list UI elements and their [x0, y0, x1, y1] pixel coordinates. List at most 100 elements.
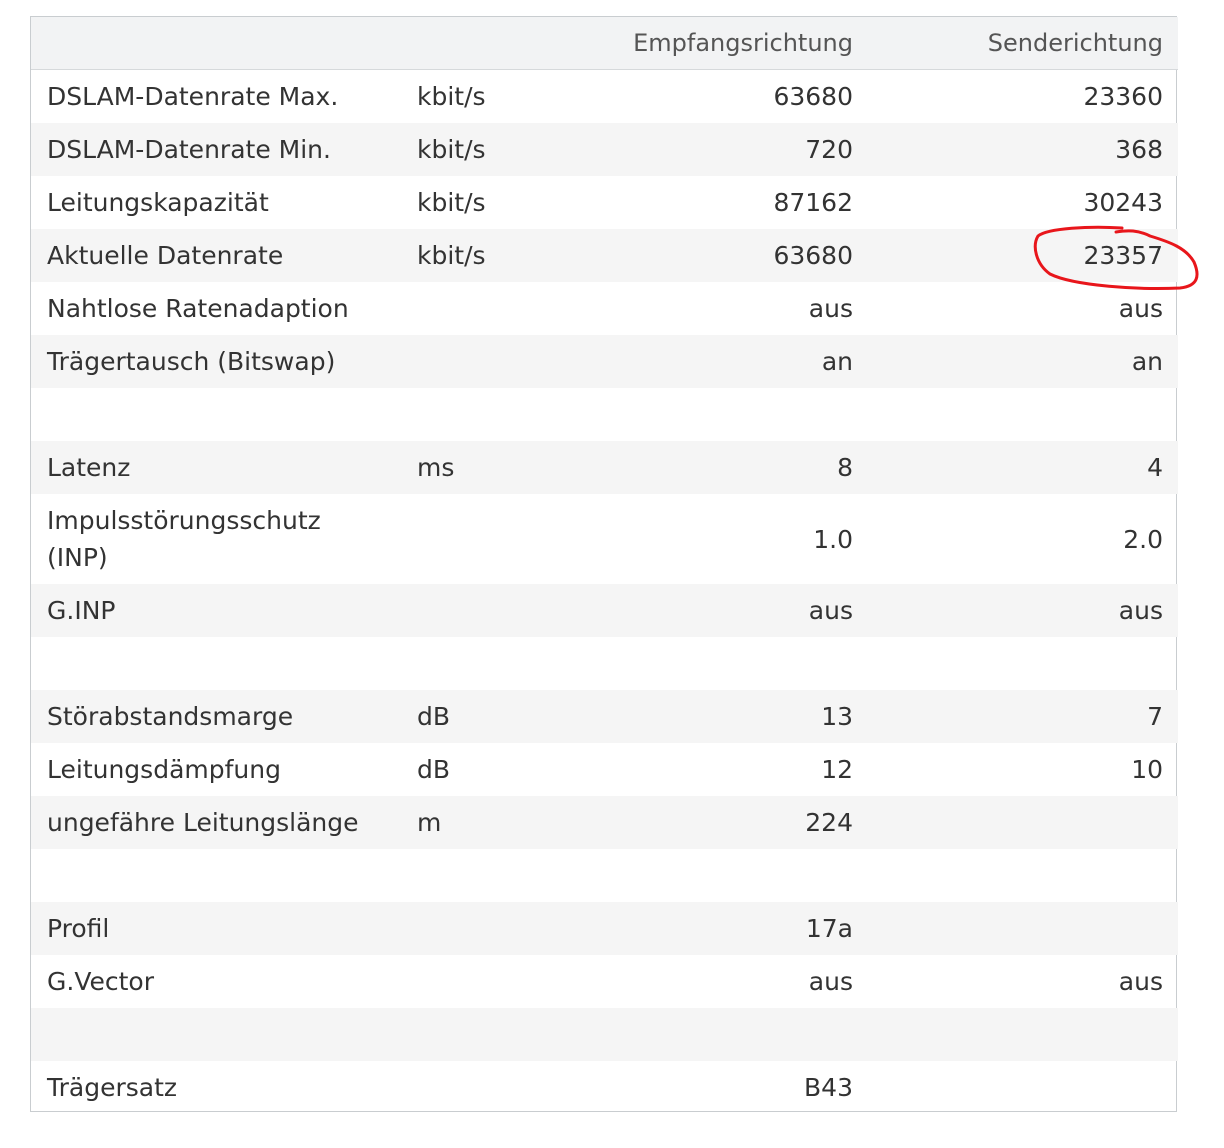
- row-unit: [417, 1008, 567, 1061]
- row-upstream-value: [891, 388, 1163, 441]
- row-downstream-value: 63680: [773, 82, 853, 111]
- row-unit: ms: [417, 453, 455, 482]
- header-upstream: Senderichtung: [987, 28, 1163, 57]
- row-unit: m: [417, 808, 442, 837]
- spacer-row: [31, 637, 1178, 690]
- row-downstream-value: 1.0: [813, 524, 853, 554]
- row-upstream-value: 23360: [1083, 82, 1163, 111]
- row-upstream-value: 10: [1131, 755, 1163, 784]
- row-unit: kbit/s: [417, 135, 486, 164]
- table-row: Latenz ms 8 4: [31, 441, 1178, 494]
- row-unit: [417, 637, 567, 690]
- row-unit: [417, 849, 567, 902]
- row-label: Aktuelle Datenrate: [47, 241, 284, 270]
- row-downstream-value: aus: [808, 596, 853, 625]
- row-unit: [417, 955, 567, 1008]
- row-label: Profil: [47, 914, 110, 943]
- row-upstream-value: 368: [1115, 135, 1163, 164]
- row-unit: kbit/s: [417, 241, 486, 270]
- row-unit: dB: [417, 702, 451, 731]
- table-row: DSLAM-Datenrate Min. kbit/s 720 368: [31, 123, 1178, 176]
- row-label: Leitungsdämpfung: [47, 755, 281, 784]
- row-label: [47, 637, 417, 690]
- row-unit: dB: [417, 755, 451, 784]
- row-downstream-value: B43: [804, 1072, 853, 1102]
- table-header: Empfangsrichtung Senderichtung: [31, 17, 1178, 70]
- row-label: Latenz: [47, 453, 131, 482]
- row-label: Leitungskapazität: [47, 188, 269, 217]
- row-downstream-value: [591, 849, 853, 902]
- table-row: DSLAM-Datenrate Max. kbit/s 63680 23360: [31, 70, 1178, 123]
- row-label: DSLAM-Datenrate Min.: [47, 135, 331, 164]
- row-label: [47, 388, 417, 441]
- row-upstream-value: [891, 1008, 1163, 1061]
- row-upstream-value: 30243: [1083, 188, 1163, 217]
- spacer-row: [31, 1008, 1178, 1061]
- header-unit-column: [417, 17, 567, 69]
- row-upstream-value: 23357: [1083, 241, 1163, 270]
- table-row: ungefähre Leitungslänge m 224: [31, 796, 1178, 849]
- row-upstream-value: [891, 637, 1163, 690]
- row-upstream-value: [891, 849, 1163, 902]
- row-label: Trägersatz: [47, 1072, 177, 1102]
- row-unit: [417, 1061, 567, 1113]
- row-label: G.INP: [47, 596, 116, 625]
- row-downstream-value: 17a: [805, 914, 853, 943]
- row-label: Trägertausch (Bitswap): [47, 347, 336, 376]
- table-row: Profil 17a: [31, 902, 1178, 955]
- row-unit: kbit/s: [417, 188, 486, 217]
- table-row: Impulsstörungsschutz (INP) 1.0 2.0: [31, 494, 1178, 584]
- row-upstream-value: 2.0: [1123, 524, 1163, 554]
- row-downstream-value: 12: [821, 755, 853, 784]
- table-row: Störabstandsmarge dB 13 7: [31, 690, 1178, 743]
- table-row: Trägersatz B43: [31, 1061, 1178, 1113]
- row-upstream-value: 7: [1147, 702, 1163, 731]
- row-label: [47, 1008, 417, 1061]
- row-upstream-value: 4: [1147, 453, 1163, 482]
- row-unit: [417, 388, 567, 441]
- row-unit: [417, 335, 567, 388]
- row-downstream-value: 63680: [773, 241, 853, 270]
- dsl-information-table: Empfangsrichtung Senderichtung DSLAM-Dat…: [30, 16, 1178, 1113]
- table-row: Trägertausch (Bitswap) an an: [31, 335, 1178, 388]
- row-downstream-value: an: [821, 347, 853, 376]
- header-downstream: Empfangsrichtung: [633, 28, 853, 57]
- row-upstream-value: aus: [1118, 294, 1163, 323]
- table-row: Leitungskapazität kbit/s 87162 30243: [31, 176, 1178, 229]
- row-upstream-value: [891, 796, 1163, 849]
- row-unit: [417, 282, 567, 335]
- row-downstream-value: [591, 1008, 853, 1061]
- row-downstream-value: 8: [837, 453, 853, 482]
- row-downstream-value: 720: [805, 135, 853, 164]
- table-row: G.Vector aus aus: [31, 955, 1178, 1008]
- row-label: [47, 849, 417, 902]
- row-upstream-value: [891, 1061, 1163, 1113]
- row-label: Nahtlose Ratenadaption: [47, 294, 349, 323]
- row-unit: [417, 584, 567, 637]
- table-row: Nahtlose Ratenadaption aus aus: [31, 282, 1178, 335]
- row-downstream-value: 13: [821, 702, 853, 731]
- row-downstream-value: 224: [805, 808, 853, 837]
- row-upstream-value: an: [1131, 347, 1163, 376]
- table-row: Aktuelle Datenrate kbit/s 63680 23357: [31, 229, 1178, 282]
- row-unit: kbit/s: [417, 82, 486, 111]
- row-label: DSLAM-Datenrate Max.: [47, 82, 339, 111]
- spacer-row: [31, 388, 1178, 441]
- spacer-row: [31, 849, 1178, 902]
- row-downstream-value: [591, 637, 853, 690]
- table-row: G.INP aus aus: [31, 584, 1178, 637]
- row-label: ungefähre Leitungslänge: [47, 808, 359, 837]
- header-label-column: [47, 17, 417, 69]
- row-upstream-value: [891, 902, 1163, 955]
- row-unit: [417, 902, 567, 955]
- row-upstream-value: aus: [1118, 596, 1163, 625]
- row-downstream-value: aus: [808, 294, 853, 323]
- row-downstream-value: aus: [808, 967, 853, 996]
- row-label: G.Vector: [47, 967, 154, 996]
- row-upstream-value: aus: [1118, 967, 1163, 996]
- table-row: Leitungsdämpfung dB 12 10: [31, 743, 1178, 796]
- row-downstream-value: [591, 388, 853, 441]
- row-label: Impulsstörungsschutz (INP): [47, 506, 321, 572]
- row-unit: [417, 494, 567, 584]
- row-downstream-value: 87162: [773, 188, 853, 217]
